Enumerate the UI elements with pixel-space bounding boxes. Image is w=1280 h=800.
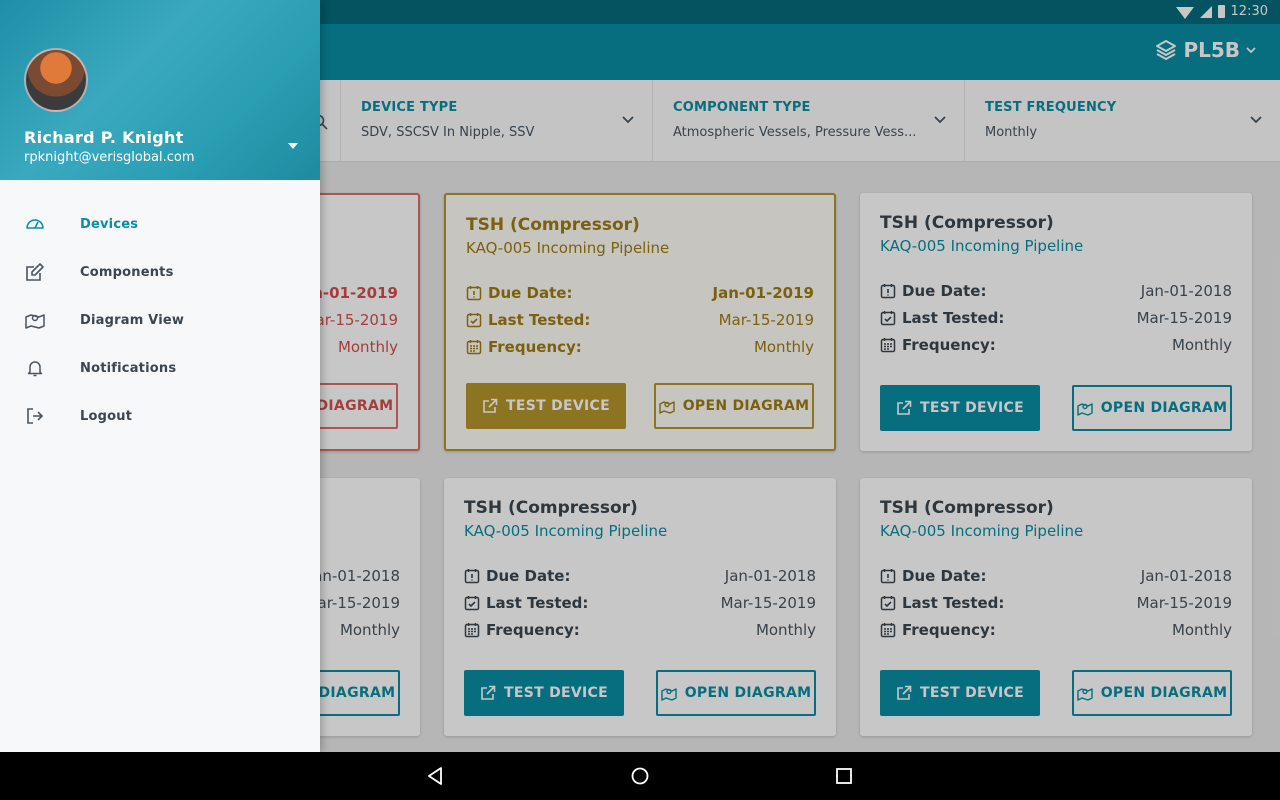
navigation-drawer: Richard P. Knight rpknight@verisglobal.c… [0, 0, 320, 752]
user-email: rpknight@verisglobal.com [24, 150, 195, 165]
drawer-item-label: Logout [80, 408, 133, 424]
edit-icon [24, 261, 46, 283]
gauge-icon [24, 213, 46, 235]
drawer-item-devices[interactable]: Devices [0, 200, 320, 248]
system-nav-bar [0, 752, 1280, 800]
drawer-item-label: Notifications [80, 360, 177, 376]
drawer-item-logout[interactable]: Logout [0, 392, 320, 440]
logout-icon [24, 405, 46, 427]
drawer-item-diagram-view[interactable]: Diagram View [0, 296, 320, 344]
avatar [24, 48, 88, 112]
account-dropdown-icon[interactable] [288, 143, 298, 149]
user-name: Richard P. Knight [24, 128, 184, 147]
drawer-item-label: Diagram View [80, 312, 185, 328]
home-icon[interactable] [631, 766, 649, 786]
drawer-menu: Devices Components Diagram View Notifica… [0, 180, 320, 440]
drawer-header: Richard P. Knight rpknight@verisglobal.c… [0, 0, 320, 180]
drawer-item-label: Devices [80, 216, 139, 232]
back-icon[interactable] [426, 766, 444, 786]
recents-icon[interactable] [835, 766, 853, 786]
bell-icon [24, 357, 46, 379]
drawer-item-label: Components [80, 264, 174, 280]
map-icon [24, 309, 46, 331]
drawer-item-notifications[interactable]: Notifications [0, 344, 320, 392]
drawer-item-components[interactable]: Components [0, 248, 320, 296]
